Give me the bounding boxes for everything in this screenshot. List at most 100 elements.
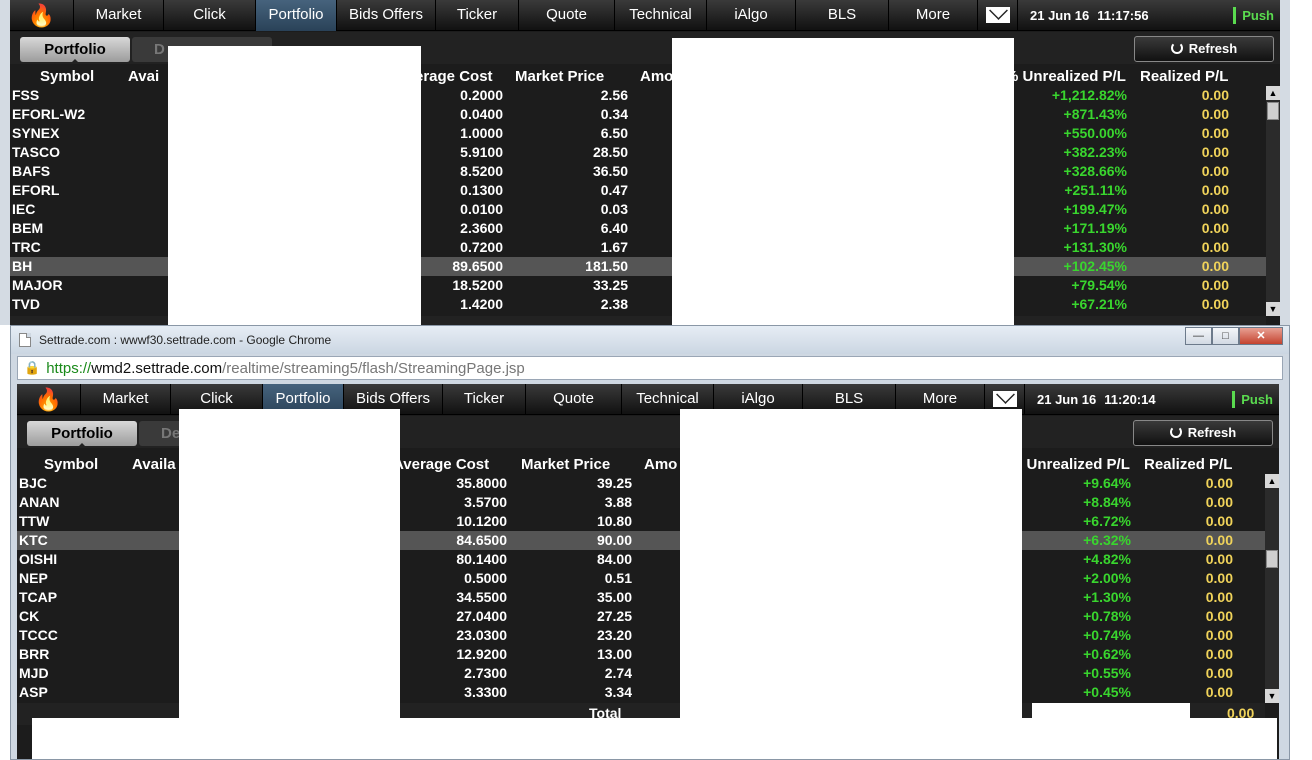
realized-pl-header[interactable]: Realized P/L <box>1144 456 1232 473</box>
average-cost-cell: 35.8000 <box>456 475 507 491</box>
symbol-cell: TTW <box>19 513 50 529</box>
tab-market[interactable]: Market <box>74 0 164 31</box>
realized-pl-cell: 0.00 <box>1201 182 1229 198</box>
market-price-cell: 10.80 <box>596 513 632 529</box>
redaction-box <box>672 38 1014 325</box>
table-scrollbar[interactable]: ▲ ▼ <box>1265 474 1279 703</box>
tab-technical[interactable]: Technical <box>615 0 707 31</box>
average-cost-cell: 12.9200 <box>456 646 507 662</box>
redaction-box <box>32 718 1277 759</box>
symbol-cell: BAFS <box>12 163 51 179</box>
market-price-cell: 0.34 <box>600 106 628 122</box>
url-path: /realtime/streaming5/flash/StreamingPage… <box>222 359 525 377</box>
realized-pl-cell: 0.00 <box>1205 589 1233 605</box>
portfolio-tab[interactable]: Portfolio <box>20 37 130 63</box>
symbol-cell: TVD <box>12 296 40 312</box>
average-cost-cell: 27.0400 <box>456 608 507 624</box>
amount-header[interactable]: Amo <box>640 68 673 85</box>
average-cost-header[interactable]: Average Cost <box>393 456 489 473</box>
available-header[interactable]: Avai <box>128 68 159 85</box>
realized-pl-cell: 0.00 <box>1201 163 1229 179</box>
minimize-icon[interactable]: — <box>1185 327 1212 345</box>
push-indicator[interactable]: Push <box>1233 7 1274 24</box>
market-price-header[interactable]: Market Price <box>521 456 610 473</box>
tab-more[interactable]: More <box>889 0 978 31</box>
average-cost-cell: 3.3300 <box>464 684 507 700</box>
lock-icon[interactable]: 🔒 <box>24 360 40 376</box>
refresh-icon <box>1169 426 1182 438</box>
symbol-cell: TASCO <box>12 144 60 160</box>
realized-pl-cell: 0.00 <box>1205 608 1233 624</box>
average-cost-cell: 3.5700 <box>464 494 507 510</box>
scroll-down-icon[interactable]: ▼ <box>1265 689 1279 703</box>
symbol-cell: ASP <box>19 684 48 700</box>
average-cost-cell: 23.0300 <box>456 627 507 643</box>
unrealized-pct-header[interactable]: % Unrealized P/L <box>1005 68 1126 85</box>
market-price-cell: 6.40 <box>600 220 628 236</box>
market-price-cell: 2.38 <box>600 296 628 312</box>
url-field[interactable]: 🔒 https://wmd2.settrade.com/realtime/str… <box>17 356 1283 380</box>
tab-portfolio[interactable]: Portfolio <box>256 0 337 31</box>
market-price-cell: 23.20 <box>596 627 632 643</box>
realized-pl-cell: 0.00 <box>1201 277 1229 293</box>
url-host: wmd2.settrade.com <box>91 359 223 377</box>
realized-pl-cell: 0.00 <box>1205 665 1233 681</box>
symbol-cell: MJD <box>19 665 49 681</box>
tab-ticker[interactable]: Ticker <box>436 0 519 31</box>
time-label: 11:17:56 <box>1097 8 1149 23</box>
market-price-cell: 3.34 <box>604 684 632 700</box>
market-price-cell: 28.50 <box>592 144 628 160</box>
unrealized-pct-header[interactable]: % Unrealized P/L <box>1009 456 1130 473</box>
amount-header[interactable]: Amo <box>644 456 677 473</box>
date-time: 21 Jun 16 11:17:56 <box>1018 0 1149 30</box>
realized-pl-cell: 0.00 <box>1201 296 1229 312</box>
scroll-thumb[interactable] <box>1267 102 1279 120</box>
market-price-cell: 0.03 <box>600 201 628 217</box>
tab-click[interactable]: Click <box>164 0 256 31</box>
market-price-header[interactable]: Market Price <box>515 68 604 85</box>
market-price-cell: 36.50 <box>592 163 628 179</box>
settrade-logo-icon[interactable]: 🔥 <box>17 384 81 415</box>
realized-pl-header[interactable]: Realized P/L <box>1140 68 1228 85</box>
tab-quote[interactable]: Quote <box>519 0 615 31</box>
tab-bls[interactable]: BLS <box>796 0 889 31</box>
table-scrollbar[interactable]: ▲ ▼ <box>1266 86 1280 316</box>
time-label: 11:20:14 <box>1104 392 1156 407</box>
mail-icon[interactable] <box>978 0 1018 30</box>
scroll-up-icon[interactable]: ▲ <box>1266 86 1280 100</box>
symbol-header[interactable]: Symbol <box>40 68 94 85</box>
scroll-thumb[interactable] <box>1266 550 1278 568</box>
portfolio-tab[interactable]: Portfolio <box>27 421 137 447</box>
average-cost-cell: 10.1200 <box>456 513 507 529</box>
settrade-logo-icon[interactable]: 🔥 <box>10 0 74 31</box>
tab-market[interactable]: Market <box>81 384 171 415</box>
close-icon[interactable]: ✕ <box>1239 327 1283 345</box>
tab-ialgo[interactable]: iAlgo <box>707 0 796 31</box>
date-label: 21 Jun 16 <box>1037 392 1097 407</box>
symbol-cell: IEC <box>12 201 36 217</box>
push-indicator[interactable]: Push <box>1232 391 1273 408</box>
scroll-up-icon[interactable]: ▲ <box>1265 474 1279 488</box>
symbol-header[interactable]: Symbol <box>44 456 98 473</box>
tab-ticker[interactable]: Ticker <box>443 384 526 415</box>
tab-quote[interactable]: Quote <box>526 384 622 415</box>
top-nav: 🔥 Market Click Portfolio Bids Offers Ticker Q… <box>10 0 1280 31</box>
maximize-icon[interactable]: □ <box>1212 327 1239 345</box>
tab-bids-offers[interactable]: Bids Offers <box>337 0 436 31</box>
average-cost-cell: 80.1400 <box>456 551 507 567</box>
redaction-box <box>680 409 1022 759</box>
realized-pl-cell: 0.00 <box>1205 627 1233 643</box>
market-price-cell: 6.50 <box>600 125 628 141</box>
available-header[interactable]: Availa <box>132 456 176 473</box>
refresh-button[interactable]: Refresh <box>1133 420 1273 446</box>
average-cost-header[interactable]: erage Cost <box>415 68 493 85</box>
symbol-cell: BJC <box>19 475 48 491</box>
realized-pl-cell: 0.00 <box>1201 239 1229 255</box>
symbol-cell: FSS <box>12 87 40 103</box>
window-titlebar[interactable]: Settrade.com : wwwf30.settrade.com - Goo… <box>11 326 1289 354</box>
symbol-cell: BEM <box>12 220 44 236</box>
symbol-cell: ANAN <box>19 494 60 510</box>
symbol-cell: BRR <box>19 646 50 662</box>
refresh-button[interactable]: Refresh <box>1134 36 1274 62</box>
scroll-down-icon[interactable]: ▼ <box>1266 302 1280 316</box>
